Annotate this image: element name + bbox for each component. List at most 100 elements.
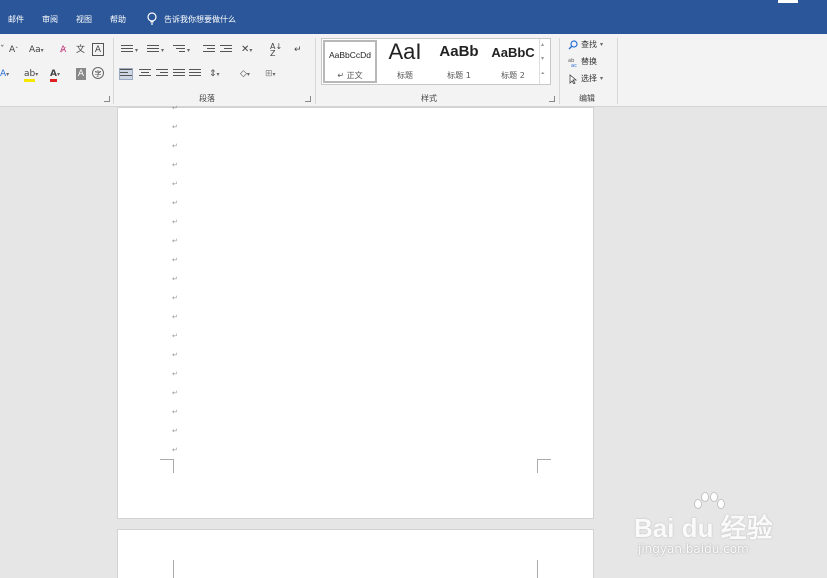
justify-icon[interactable] — [173, 69, 185, 79]
paragraph-mark: ↵ — [172, 142, 178, 150]
document-page-2[interactable] — [117, 529, 594, 578]
bullets-icon[interactable] — [121, 45, 133, 55]
watermark: Bai du 经验 jingyan.baidu.com — [630, 492, 790, 562]
search-icon — [568, 39, 578, 49]
styles-group-label: 样式 — [421, 94, 437, 103]
style-name: 标题 — [397, 71, 413, 80]
select-label: 选择 — [581, 74, 597, 83]
text-effects-icon[interactable]: A▾ — [0, 68, 9, 80]
gallery-scrollbar[interactable]: ▴ ▾ ⩡ — [539, 39, 550, 84]
styles-gallery: AaBbCcDd ↵ 正文 AaI 标题 AaBb 标题 1 AaBbC 标题 … — [321, 38, 551, 85]
watermark-url: jingyan.baidu.com — [638, 542, 749, 556]
paragraph-mark: ↵ — [172, 104, 178, 112]
change-case-button[interactable]: Aa▾ — [29, 44, 44, 56]
select-dropdown-icon: ▾ — [600, 75, 604, 82]
style-sample: AaBbC — [491, 45, 535, 60]
numbering-dropdown-icon[interactable]: ▾ — [161, 45, 164, 57]
paragraph-mark: ↵ — [172, 313, 178, 321]
paragraph-mark: ↵ — [172, 370, 178, 378]
paragraph-mark: ↵ — [172, 199, 178, 207]
paragraph-mark: ↵ — [172, 389, 178, 397]
line-spacing-icon[interactable]: ⇕▾ — [209, 68, 220, 80]
borders-icon[interactable]: ⊞▾ — [265, 68, 276, 80]
font-color-icon[interactable]: A▾ — [50, 68, 60, 82]
tab-mailings[interactable]: 邮件 — [8, 14, 24, 25]
style-sample: AaBbCcDd — [328, 50, 372, 60]
decrease-indent-icon[interactable] — [203, 45, 215, 55]
style-name: ↵ 正文 — [337, 71, 363, 80]
paragraph-dialog-launcher[interactable] — [305, 96, 311, 102]
numbering-icon[interactable] — [147, 45, 159, 55]
style-normal[interactable]: AaBbCcDd ↵ 正文 — [323, 40, 377, 83]
paragraph-mark: ↵ — [172, 408, 178, 416]
paragraph-mark: ↵ — [172, 123, 178, 131]
style-heading-1[interactable]: AaBb 标题 1 — [432, 39, 486, 84]
enclose-characters-icon[interactable]: 字 — [92, 67, 104, 79]
paragraph-group-label: 段落 — [199, 94, 215, 103]
group-separator — [113, 38, 114, 104]
align-right-icon[interactable] — [156, 69, 168, 79]
scroll-up-icon[interactable]: ▴ — [541, 41, 544, 48]
chinese-layout-icon[interactable]: ✕▾ — [241, 44, 252, 56]
tab-review[interactable]: 审阅 — [42, 14, 58, 25]
style-name: 标题 1 — [447, 71, 471, 80]
increase-indent-icon[interactable] — [220, 45, 232, 55]
replace-button[interactable]: ab ac 替换 — [568, 56, 597, 67]
style-heading-2[interactable]: AaBbC 标题 2 — [486, 39, 540, 84]
editing-group-label: 编辑 — [579, 94, 595, 103]
margin-corner-left-2 — [160, 560, 174, 578]
style-sample: AaBb — [439, 43, 479, 60]
align-center-icon[interactable] — [139, 69, 151, 79]
sort-icon[interactable]: A↓ Z — [270, 43, 282, 58]
paragraph-mark: ↵ — [172, 351, 178, 359]
margin-corner-left — [160, 459, 174, 473]
paragraph-mark: ↵ — [172, 180, 178, 188]
bullets-dropdown-icon[interactable]: ▾ — [135, 45, 138, 57]
style-sample: AaI — [388, 39, 422, 64]
group-separator — [617, 38, 618, 104]
phonetic-guide-icon[interactable]: 文 — [76, 44, 85, 56]
find-dropdown-icon: ▾ — [600, 41, 604, 48]
grow-font-icon[interactable]: Aˆ — [9, 44, 18, 56]
style-title[interactable]: AaI 标题 — [379, 39, 431, 84]
multilevel-list-icon[interactable] — [173, 45, 185, 55]
paragraph-mark: ↵ — [172, 446, 178, 454]
find-label: 查找 — [581, 40, 597, 49]
gallery-more-icon[interactable]: ⩡ — [541, 70, 544, 78]
lightbulb-icon[interactable] — [146, 12, 158, 26]
scroll-down-icon[interactable]: ▾ — [541, 55, 544, 62]
paragraph-mark: ↵ — [172, 161, 178, 169]
tab-help[interactable]: 帮助 — [110, 14, 126, 25]
paragraph-mark: ↵ — [172, 275, 178, 283]
styles-dialog-launcher[interactable] — [549, 96, 555, 102]
margin-corner-right-2 — [537, 560, 551, 578]
character-border-icon[interactable]: A — [92, 43, 104, 56]
multilevel-dropdown-icon[interactable]: ▾ — [187, 45, 190, 57]
shading-icon[interactable]: ◇▾ — [240, 68, 250, 80]
distributed-icon[interactable] — [189, 69, 201, 79]
change-case-label: Aa — [29, 45, 41, 55]
find-button[interactable]: 查找 ▾ — [568, 39, 603, 50]
margin-corner-right — [537, 459, 551, 473]
paragraph-mark: ↵ — [172, 237, 178, 245]
select-button[interactable]: 选择 ▾ — [568, 73, 603, 84]
clear-formatting-icon[interactable]: A̷ — [60, 44, 66, 56]
paragraph-mark: ↵ — [172, 427, 178, 435]
paragraph-mark: ↵ — [172, 218, 178, 226]
document-page[interactable] — [117, 107, 594, 519]
font-dialog-launcher[interactable] — [104, 96, 110, 102]
paragraph-mark: ↵ — [172, 256, 178, 264]
window-control[interactable] — [778, 0, 798, 3]
align-left-icon[interactable] — [119, 68, 133, 80]
show-marks-icon[interactable]: ↵ — [294, 44, 302, 56]
tell-me-search[interactable]: 告诉我你想要做什么 — [164, 14, 236, 25]
svg-text:ac: ac — [571, 63, 577, 67]
paragraph-mark: ↵ — [172, 332, 178, 340]
cursor-icon — [569, 73, 578, 84]
paragraph-mark: ↵ — [172, 294, 178, 302]
highlight-color-icon[interactable]: ab▾ — [24, 68, 38, 82]
group-separator — [315, 38, 316, 104]
tab-view[interactable]: 视图 — [76, 14, 92, 25]
shrink-font-icon[interactable]: ˇ — [0, 44, 5, 56]
character-shading-icon[interactable]: A — [76, 68, 86, 80]
